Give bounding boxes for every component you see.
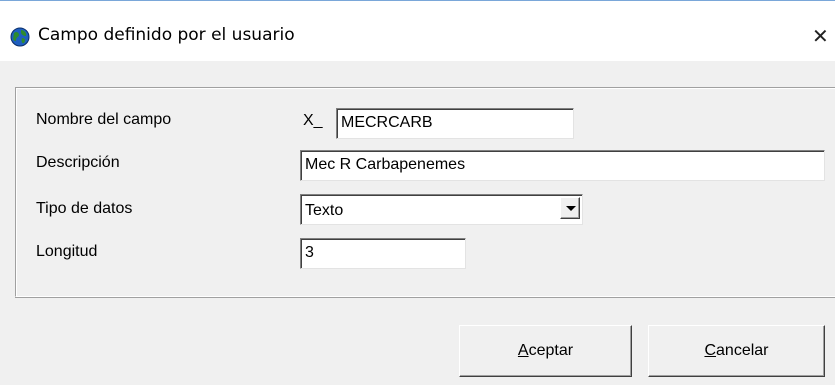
accept-button-label: ceptar <box>528 342 574 359</box>
cancel-button-accel: C <box>704 342 717 359</box>
description-input[interactable]: Mec R Carbapenemes <box>300 150 825 181</box>
cancel-button-label: ancelar <box>716 342 769 359</box>
data-type-label: Tipo de datos <box>36 200 133 217</box>
length-label: Longitud <box>36 243 98 260</box>
field-name-prefix: X_ <box>303 112 323 129</box>
data-type-select[interactable]: Texto <box>300 194 583 225</box>
accept-button[interactable]: Aceptar <box>459 325 632 377</box>
length-input[interactable]: 3 <box>300 238 466 269</box>
window-title: Campo definido por el usuario <box>38 25 295 45</box>
data-type-dropdown-button[interactable] <box>560 197 580 219</box>
cancel-button[interactable]: Cancelar <box>648 325 825 377</box>
globe-icon <box>10 27 30 47</box>
dialog-window: Campo definido por el usuario ✕ Nombre d… <box>0 0 835 385</box>
data-type-selected-value: Texto <box>305 202 344 219</box>
description-label: Descripción <box>36 154 120 171</box>
title-bar[interactable]: Campo definido por el usuario ✕ <box>0 1 835 61</box>
field-name-input[interactable]: MECRCARB <box>336 108 574 139</box>
accept-button-accel: A <box>517 342 529 359</box>
chevron-down-icon <box>566 206 576 211</box>
field-name-label: Nombre del campo <box>36 111 172 128</box>
close-icon[interactable]: ✕ <box>812 21 835 51</box>
